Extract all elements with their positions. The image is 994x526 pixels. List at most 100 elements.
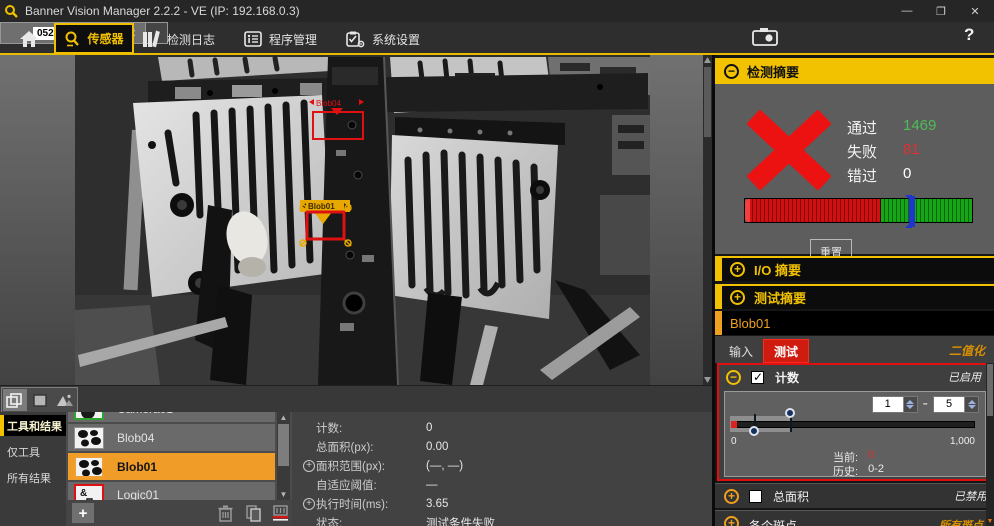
sensor-icon bbox=[64, 31, 80, 47]
result-row: 自适应阈值: — bbox=[292, 475, 712, 494]
collapse-icon[interactable]: − bbox=[724, 64, 739, 79]
count-slider-track[interactable] bbox=[731, 421, 975, 428]
count-header[interactable]: − 计数 已启用 bbox=[719, 365, 991, 389]
meter-threshold-marker[interactable] bbox=[909, 196, 915, 227]
total-area-checkbox[interactable] bbox=[749, 490, 762, 503]
expand-icon[interactable]: + bbox=[730, 290, 745, 305]
scrollbar-thumb[interactable] bbox=[278, 424, 289, 466]
result-label: 总面积(px): bbox=[316, 439, 426, 455]
individual-blobs-section[interactable]: + 各个斑点 所有斑点 bbox=[715, 510, 994, 526]
snapshot-button[interactable] bbox=[752, 27, 778, 52]
home-icon bbox=[19, 30, 39, 48]
minimize-button[interactable]: — bbox=[890, 0, 924, 22]
layers-view-button[interactable] bbox=[3, 389, 27, 411]
trash-icon bbox=[218, 505, 233, 522]
maximize-button[interactable]: ❐ bbox=[924, 0, 958, 22]
io-summary-title: I/O 摘要 bbox=[754, 260, 801, 279]
scroll-down-icon[interactable]: ▼ bbox=[986, 518, 994, 525]
tool-row-blob01[interactable]: Blob01 bbox=[68, 453, 275, 480]
scroll-up-icon[interactable]: ▲ bbox=[277, 412, 290, 423]
meter-pass-segment bbox=[881, 199, 972, 222]
selected-tool-header[interactable]: Blob01 bbox=[715, 311, 994, 335]
total-area-status: 已禁用 bbox=[954, 488, 987, 504]
count-max-spinner[interactable]: 5 bbox=[933, 396, 979, 413]
tab-input-label: 输入 bbox=[729, 343, 753, 360]
tool-list-scrollbar[interactable]: ▲ ▼ bbox=[277, 412, 290, 500]
spinner-arrows-icon[interactable] bbox=[903, 397, 917, 412]
section-accent-bar bbox=[715, 286, 722, 309]
overlay-only-button[interactable] bbox=[53, 389, 77, 411]
nav-tab-programs-label: 程序管理 bbox=[269, 31, 317, 48]
blobs-title: 各个斑点 bbox=[749, 517, 797, 526]
home-button[interactable] bbox=[10, 25, 48, 52]
help-button[interactable]: ? bbox=[964, 25, 974, 45]
square-icon bbox=[33, 394, 47, 407]
tool-name: Camera01 bbox=[117, 412, 173, 416]
tab-test[interactable]: 测试 bbox=[763, 339, 809, 363]
nav-tab-sensor[interactable]: 传感器 bbox=[54, 23, 134, 54]
scroll-down-icon[interactable]: ▼ bbox=[277, 489, 290, 500]
viewport-scrollbar[interactable] bbox=[703, 55, 712, 385]
total-area-section[interactable]: + 总面积 已禁用 bbox=[715, 483, 994, 508]
result-value: (—, —) bbox=[426, 460, 463, 472]
right-panel-scrollbar[interactable]: ▼ bbox=[986, 363, 994, 526]
scrollbar-thumb[interactable] bbox=[987, 364, 993, 416]
nav-tab-logs-label: 检测日志 bbox=[167, 31, 215, 48]
close-button[interactable]: ✕ bbox=[958, 0, 992, 22]
tab-input[interactable]: 输入 bbox=[719, 339, 763, 363]
nav-tab-logs[interactable]: 检测日志 bbox=[142, 25, 215, 53]
io-summary-header[interactable]: + I/O 摘要 bbox=[715, 256, 994, 281]
copy-icon bbox=[246, 505, 262, 522]
expand-icon[interactable]: + bbox=[730, 262, 745, 277]
tool-row-blob04[interactable]: Blob04 bbox=[68, 424, 275, 451]
result-value: 0.00 bbox=[426, 441, 448, 453]
nav-tab-settings[interactable]: 系统设置 bbox=[346, 25, 420, 53]
miss-label: 错过 bbox=[847, 165, 895, 186]
handle-knob[interactable] bbox=[785, 408, 795, 418]
tool-row-camera01[interactable]: Camera01 bbox=[68, 412, 275, 422]
count-min-spinner[interactable]: 1 bbox=[872, 396, 918, 413]
blob-tool-icon bbox=[74, 427, 104, 449]
collapse-icon[interactable]: − bbox=[726, 370, 741, 385]
image-only-button[interactable] bbox=[28, 389, 52, 411]
result-row: 总面积(px): 0.00 bbox=[292, 437, 712, 456]
count-controls: 1 - 5 0 1,000 当前: 0 bbox=[724, 391, 986, 477]
copy-tool-button[interactable] bbox=[243, 503, 265, 523]
spinner-arrows-icon[interactable] bbox=[964, 397, 978, 412]
pass-label: 通过 bbox=[847, 117, 895, 138]
expand-icon[interactable]: + bbox=[724, 489, 739, 504]
count-status: 已启用 bbox=[948, 369, 981, 385]
tab-test-label: 测试 bbox=[774, 343, 798, 360]
blob-tool-icon bbox=[74, 456, 104, 478]
mode-label: 二值化 bbox=[949, 342, 985, 359]
camera-tool-icon bbox=[74, 412, 104, 420]
result-value: 3.65 bbox=[426, 498, 448, 510]
expand-icon[interactable]: + bbox=[303, 498, 315, 510]
delete-tool-button[interactable] bbox=[214, 503, 236, 523]
tab-tools-only[interactable]: 仅工具 bbox=[0, 441, 66, 462]
tab-all-results[interactable]: 所有结果 bbox=[0, 467, 66, 488]
test-summary-header[interactable]: + 测试摘要 bbox=[715, 284, 994, 309]
miss-stat: 错过 0 bbox=[847, 165, 911, 186]
image-viewport[interactable]: Blob04 Blob01 bbox=[0, 55, 712, 385]
handle-knob[interactable] bbox=[749, 426, 759, 436]
delete-all-button[interactable] bbox=[269, 503, 291, 523]
tab-tools-only-label: 仅工具 bbox=[7, 444, 40, 460]
count-checkbox[interactable] bbox=[751, 371, 764, 384]
blobs-status: 所有斑点 bbox=[939, 517, 983, 526]
tab-tools-and-results[interactable]: 工具和结果 bbox=[0, 415, 66, 436]
inspection-summary-header[interactable]: − 检测摘要 bbox=[715, 58, 994, 84]
expand-icon[interactable]: + bbox=[303, 460, 315, 472]
pass-stat: 通过 1469 bbox=[847, 117, 936, 138]
tool-results-panel: 计数: 0 总面积(px): 0.00 + 面积范围(px): (—, —) 自… bbox=[292, 412, 712, 526]
result-filter-tabs: 工具和结果 仅工具 所有结果 bbox=[0, 412, 66, 526]
add-tool-button[interactable]: + bbox=[72, 503, 94, 523]
result-label: 状态: bbox=[316, 515, 426, 526]
expand-icon[interactable]: + bbox=[724, 516, 739, 526]
result-label: 执行时间(ms): bbox=[316, 496, 426, 512]
app-logo-icon bbox=[4, 4, 19, 19]
nav-tab-programs[interactable]: 程序管理 bbox=[244, 25, 317, 53]
svg-text:&: & bbox=[80, 488, 87, 499]
slider-max-handle[interactable] bbox=[790, 412, 792, 432]
slider-min-handle[interactable] bbox=[754, 414, 756, 432]
